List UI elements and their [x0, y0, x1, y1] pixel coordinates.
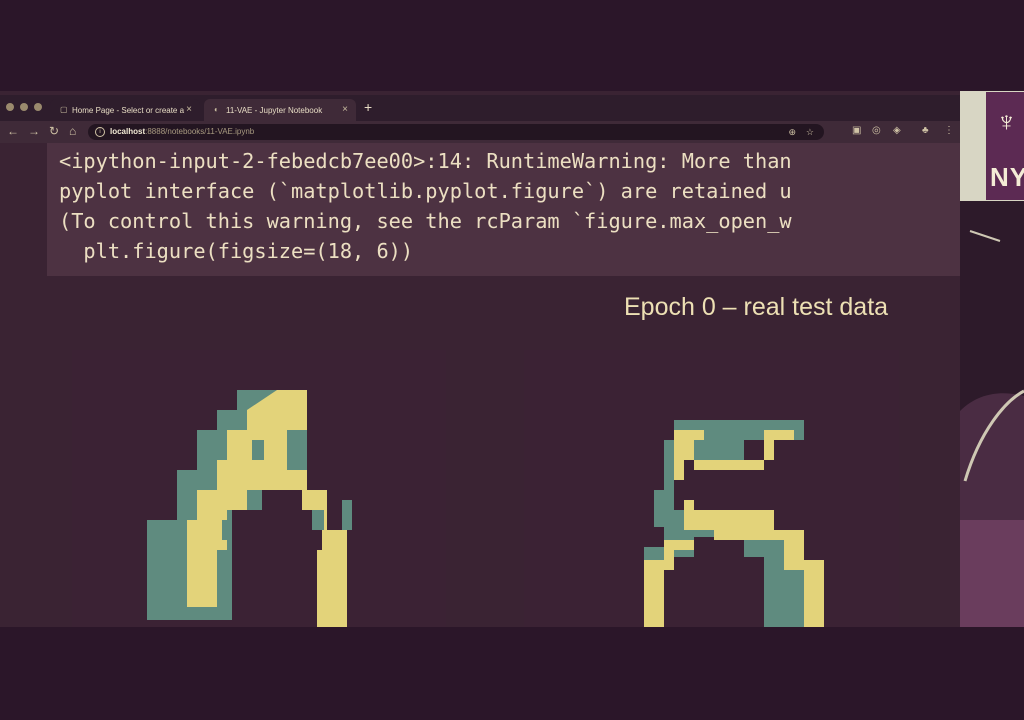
tab-strip: ▢ Home Page - Select or create a × ◐ 11-… — [0, 95, 960, 121]
forward-icon[interactable]: → — [28, 124, 40, 138]
warning-line: pyplot interface (`matplotlib.pyplot.fig… — [59, 179, 792, 203]
new-tab-button[interactable]: + — [364, 99, 372, 115]
page-icon: ▢ — [60, 105, 68, 114]
tab-vae-notebook[interactable]: ◐ 11-VAE - Jupyter Notebook × — [204, 99, 356, 121]
extension-icon[interactable]: ◈ — [893, 125, 901, 136]
webcam-lower-area — [960, 520, 1024, 627]
torch-icon: ♆ — [996, 106, 1017, 137]
digit-image-6: 6 — [72, 350, 446, 627]
warning-line: (To control this warning, see the rcPara… — [59, 209, 792, 233]
close-icon[interactable]: × — [186, 104, 192, 115]
jupyter-icon: ◐ — [214, 105, 219, 114]
window-minimize-icon[interactable] — [20, 103, 28, 111]
warning-line: <ipython-input-2-febedcb7ee00>:14: Runti… — [59, 149, 792, 173]
warning-line: plt.figure(figsize=(18, 6)) — [59, 239, 414, 263]
cell-output-stderr: <ipython-input-2-febedcb7ee00>:14: Runti… — [47, 143, 960, 276]
info-icon[interactable]: i — [95, 127, 105, 137]
extension-icon[interactable]: ◎ — [872, 125, 881, 136]
nyu-logo-text: NY — [990, 162, 1024, 192]
window-maximize-icon[interactable] — [34, 103, 42, 111]
digit-image-5: 5 — [524, 350, 899, 627]
url-path: :8888/notebooks/11-VAE.ipynb — [145, 127, 255, 136]
tab-home-page[interactable]: ▢ Home Page - Select or create a × — [50, 99, 200, 121]
figure-title: Epoch 0 – real test data — [624, 293, 889, 321]
reload-icon[interactable]: ↻ — [49, 124, 59, 138]
zoom-icon[interactable]: ⊕ — [788, 124, 796, 140]
tab-title: Home Page - Select or create a — [72, 105, 185, 115]
address-bar[interactable]: i localhost:8888/notebooks/11-VAE.ipynb … — [88, 124, 824, 140]
tab-title: 11-VAE - Jupyter Notebook — [226, 105, 323, 115]
close-icon[interactable]: × — [342, 104, 348, 115]
back-icon[interactable]: ← — [7, 124, 19, 138]
warning-text: <ipython-input-2-febedcb7ee00>:14: Runti… — [59, 146, 792, 266]
url-host: localhost — [110, 127, 146, 136]
extension-icon[interactable]: ♣ — [922, 125, 929, 136]
extension-icon[interactable]: ▣ — [852, 125, 861, 136]
menu-icon[interactable]: ⋮ — [944, 125, 954, 136]
bookmark-star-icon[interactable]: ☆ — [806, 124, 814, 140]
home-icon[interactable]: ⌂ — [69, 124, 76, 138]
window-close-icon[interactable] — [6, 103, 14, 111]
